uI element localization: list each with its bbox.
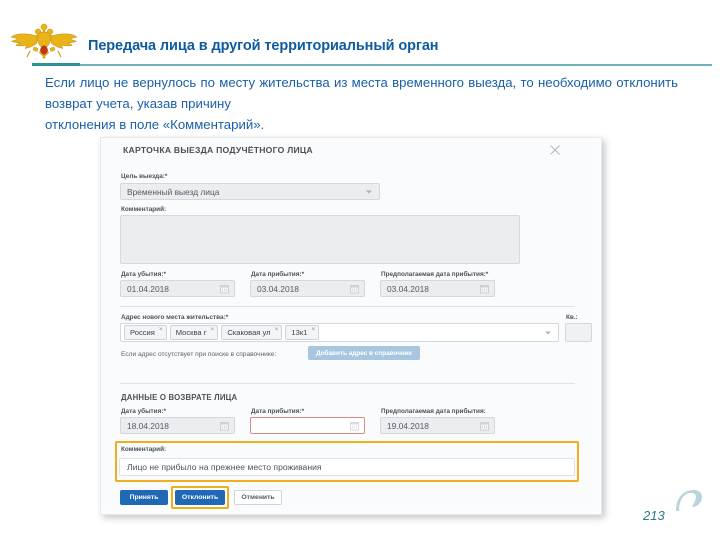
trip-departure-date-input[interactable]: 01.04.2018: [120, 280, 235, 297]
address-tag[interactable]: 13к1 ×: [285, 325, 320, 340]
address-required-mark: *: [225, 314, 229, 321]
title-rule: [32, 64, 712, 66]
vyezd-card-dialog: КАРТОЧКА ВЫЕЗДА ПОДУЧЁТНОГО ЛИЦА Цель вы…: [100, 137, 602, 515]
return-departure-required-mark: *: [163, 408, 166, 415]
calendar-icon[interactable]: [350, 284, 359, 293]
return-arrival-date-input[interactable]: [250, 417, 365, 434]
calendar-icon[interactable]: [220, 421, 229, 430]
return-departure-date-label: Дата убытия:*: [121, 408, 166, 415]
dialog-title: КАРТОЧКА ВЫЕЗДА ПОДУЧЁТНОГО ЛИЦА: [123, 145, 313, 155]
address-label: Адрес нового места жительства:*: [121, 314, 228, 321]
return-departure-date-input[interactable]: 18.04.2018: [120, 417, 235, 434]
intro-paragraph: Если лицо не вернулось по месту жительст…: [45, 72, 678, 135]
remove-tag-icon[interactable]: ×: [311, 327, 315, 334]
return-expected-arrival-value: 19.04.2018: [387, 420, 429, 431]
return-comment-label: Комментарий:: [121, 446, 167, 453]
address-tag[interactable]: Москва г ×: [169, 325, 219, 340]
trip-arrival-required-mark: *: [301, 271, 305, 278]
purpose-label: Цель выезда:*: [121, 173, 167, 180]
dialog-titlebar: КАРТОЧКА ВЫЕЗДА ПОДУЧЁТНОГО ЛИЦА: [101, 138, 595, 164]
return-comment-input[interactable]: Лицо не прибыло на прежнее место прожива…: [119, 458, 575, 476]
purpose-required-mark: *: [164, 173, 168, 180]
address-tag[interactable]: Россия ×: [124, 325, 167, 340]
reject-button[interactable]: Отклонить: [175, 490, 225, 505]
address-tag-label: Москва г: [175, 328, 207, 337]
chevron-down-icon[interactable]: [545, 331, 551, 334]
calendar-icon[interactable]: [220, 284, 229, 293]
trip-arrival-date-input[interactable]: 03.04.2018: [250, 280, 365, 297]
return-departure-label-text: Дата убытия:: [121, 408, 164, 415]
trip-expected-required-mark: *: [485, 271, 489, 278]
trip-expected-arrival-value: 03.04.2018: [387, 283, 429, 294]
section-divider: [120, 306, 575, 307]
trip-comment-textarea[interactable]: [120, 215, 520, 264]
return-arrival-label-text: Дата прибытия:: [251, 408, 302, 415]
intro-paragraph-last-line: отклонения в поле «Комментарий».: [45, 117, 265, 132]
return-expected-label-text: Предполагаемая дата прибытия:: [381, 408, 486, 415]
purpose-select-value: Временный выезд лица: [127, 186, 220, 197]
trip-comment-label: Комментарий:: [121, 206, 167, 213]
trip-arrival-date-label: Дата прибытия:*: [251, 271, 304, 278]
decorative-swoosh-icon: [672, 487, 704, 517]
return-expected-arrival-input[interactable]: 19.04.2018: [380, 417, 495, 434]
trip-departure-date-value: 01.04.2018: [127, 283, 169, 294]
slide-header: Передача лица в другой территориальный о…: [0, 0, 720, 72]
page-number: 213: [643, 508, 665, 523]
remove-tag-icon[interactable]: ×: [275, 327, 279, 334]
return-comment-value: Лицо не прибыло на прежнее место прожива…: [127, 462, 322, 472]
remove-tag-icon[interactable]: ×: [211, 327, 215, 334]
trip-expected-arrival-label: Предполагаемая дата прибытия:*: [381, 271, 488, 278]
russian-mvd-eagle-emblem-icon: [8, 18, 80, 64]
section-divider: [120, 383, 575, 384]
accept-button[interactable]: Принять: [120, 490, 168, 505]
remove-tag-icon[interactable]: ×: [159, 327, 163, 334]
calendar-icon[interactable]: [480, 284, 489, 293]
trip-departure-required-mark: *: [163, 271, 166, 278]
intro-paragraph-text: Если лицо не вернулось по месту жительст…: [45, 75, 678, 111]
purpose-select[interactable]: Временный выезд лица: [120, 183, 380, 200]
trip-expected-arrival-label-text: Предполагаемая дата прибытия:: [381, 271, 486, 278]
trip-departure-date-label: Дата убытия:*: [121, 271, 166, 278]
address-hint: Если адрес отсутствует при поиске в спра…: [121, 351, 277, 358]
return-section-heading: ДАННЫЕ О ВОЗВРАТЕ ЛИЦА: [121, 393, 238, 402]
apartment-input[interactable]: [565, 323, 592, 342]
page-title: Передача лица в другой территориальный о…: [88, 38, 439, 54]
cancel-button[interactable]: Отменить: [234, 490, 282, 505]
address-tag-input[interactable]: Россия × Москва г × Скаковая ул × 13к1 ×: [120, 323, 559, 342]
calendar-icon[interactable]: [480, 421, 489, 430]
title-rule-accent: [32, 63, 80, 66]
add-address-to-directory-button[interactable]: Добавить адрес в справочник: [308, 346, 420, 360]
return-arrival-date-label: Дата прибытия:*: [251, 408, 304, 415]
return-departure-date-value: 18.04.2018: [127, 420, 169, 431]
return-expected-arrival-label: Предполагаемая дата прибытия:: [381, 408, 486, 415]
close-icon[interactable]: [547, 142, 563, 158]
address-tag-label: Россия: [130, 328, 155, 337]
return-arrival-required-mark: *: [301, 408, 305, 415]
trip-arrival-date-value: 03.04.2018: [257, 283, 299, 294]
calendar-icon[interactable]: [350, 421, 359, 430]
apartment-label: Кв.:: [566, 314, 578, 321]
trip-arrival-date-label-text: Дата прибытия:: [251, 271, 302, 278]
chevron-down-icon: [366, 190, 372, 193]
address-tag-label: 13к1: [291, 328, 308, 337]
address-tag-label: Скаковая ул: [227, 328, 271, 337]
address-tag[interactable]: Скаковая ул ×: [221, 325, 283, 340]
purpose-label-text: Цель выезда:: [121, 173, 165, 180]
trip-expected-arrival-input[interactable]: 03.04.2018: [380, 280, 495, 297]
address-label-text: Адрес нового места жительства:: [121, 314, 226, 321]
trip-departure-date-label-text: Дата убытия:: [121, 271, 164, 278]
dialog-content: КАРТОЧКА ВЫЕЗДА ПОДУЧЁТНОГО ЛИЦА Цель вы…: [101, 138, 595, 509]
